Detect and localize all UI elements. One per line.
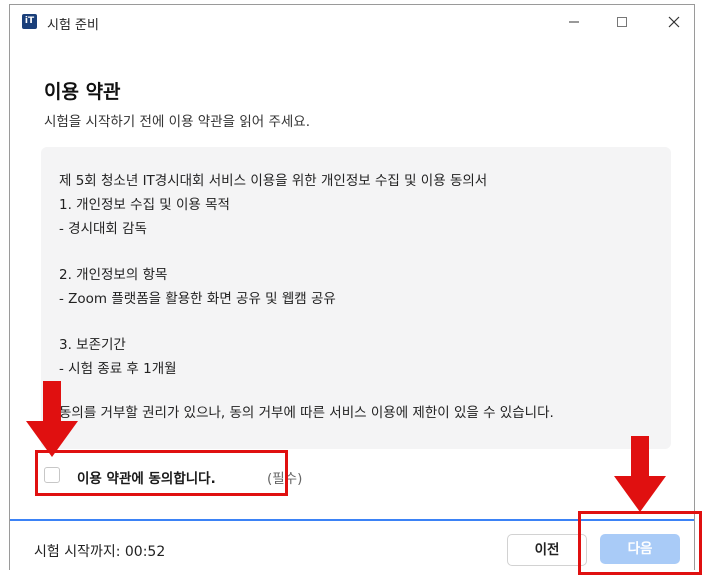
title-bar[interactable]: iT 시험 준비 bbox=[10, 5, 694, 39]
countdown-timer: 시험 시작까지: 00:52 bbox=[34, 544, 166, 560]
terms-content-box[interactable]: 제 5회 청소년 IT경시대회 서비스 이용을 위한 개인정보 수집 및 이용 … bbox=[41, 147, 671, 449]
prev-button[interactable]: 이전 bbox=[507, 534, 587, 566]
minimize-button[interactable] bbox=[559, 11, 589, 33]
terms-line: - Zoom 플랫폼을 활용한 화면 공유 및 웹캠 공유 bbox=[59, 291, 336, 307]
terms-title: 제 5회 청소년 IT경시대회 서비스 이용을 위한 개인정보 수집 및 이용 … bbox=[59, 173, 488, 189]
terms-line: 1. 개인정보 수집 및 이용 목적 bbox=[59, 197, 230, 213]
minimize-icon bbox=[569, 21, 579, 23]
close-icon bbox=[668, 16, 680, 28]
next-highlight-box bbox=[578, 511, 702, 575]
maximize-icon bbox=[617, 17, 627, 27]
close-button[interactable] bbox=[659, 11, 689, 33]
arrow-down-icon bbox=[26, 381, 78, 457]
terms-line: 3. 보존기간 bbox=[59, 337, 126, 353]
maximize-button[interactable] bbox=[607, 11, 637, 33]
page-title: 이용 약관 bbox=[44, 81, 121, 103]
arrow-down-icon bbox=[614, 436, 666, 512]
window-title: 시험 준비 bbox=[47, 18, 99, 33]
app-logo-icon: iT bbox=[22, 14, 37, 29]
terms-notice: 동의를 거부할 권리가 있으나, 동의 거부에 따른 서비스 이용에 제한이 있… bbox=[59, 405, 554, 421]
page-subtitle: 시험을 시작하기 전에 이용 약관을 읽어 주세요. bbox=[44, 114, 311, 130]
terms-line: 2. 개인정보의 항목 bbox=[59, 267, 168, 283]
terms-line: - 경시대회 감독 bbox=[59, 221, 147, 237]
terms-line: - 시험 종료 후 1개월 bbox=[59, 361, 177, 377]
